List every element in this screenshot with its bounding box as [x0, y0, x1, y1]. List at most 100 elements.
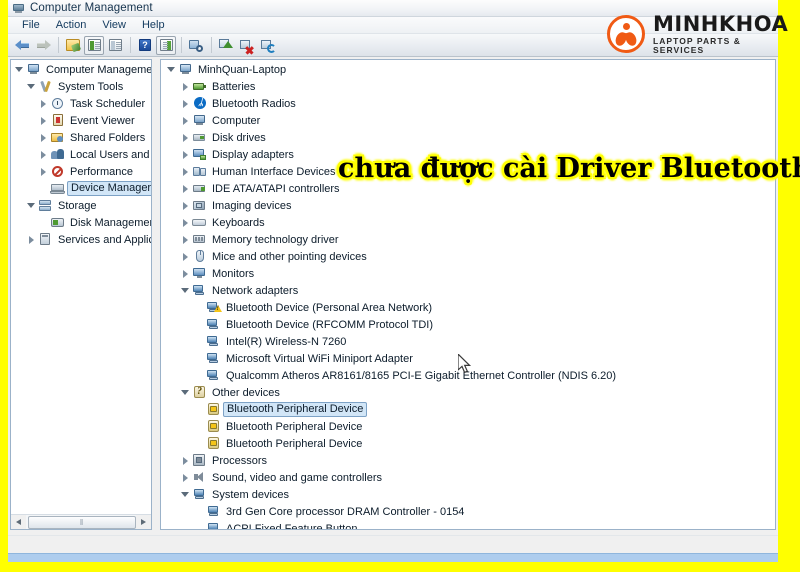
expand-twisty-icon[interactable] [179, 78, 191, 95]
expand-twisty-icon[interactable] [179, 197, 191, 214]
expand-twisty-icon[interactable] [37, 129, 49, 146]
tree-item[interactable]: ACPI Fixed Feature Button [161, 520, 775, 529]
scroll-track[interactable]: ‖ [26, 514, 136, 529]
tree-item[interactable]: Disk Management [11, 214, 151, 231]
tree-item[interactable]: Performance [11, 163, 151, 180]
expand-twisty-icon[interactable] [37, 146, 49, 163]
collapse-twisty-icon[interactable] [13, 61, 25, 78]
console-tree-horizontal-scrollbar[interactable]: ‖ [11, 514, 151, 529]
expand-twisty-icon[interactable] [37, 112, 49, 129]
tree-item[interactable]: MinhQuan-Laptop [161, 61, 775, 78]
speaker-icon [192, 470, 208, 485]
menu-action[interactable]: Action [48, 19, 95, 31]
expand-twisty-icon[interactable] [179, 265, 191, 282]
scroll-thumb[interactable]: ‖ [28, 515, 136, 529]
expand-twisty-icon[interactable] [179, 214, 191, 231]
expand-twisty-icon[interactable] [179, 469, 191, 486]
event-viewer-icon [50, 113, 66, 128]
twisty-placeholder [37, 214, 49, 231]
tree-item[interactable]: ? Other devices [161, 384, 775, 401]
tree-item[interactable]: Services and Applications [11, 231, 151, 248]
expand-twisty-icon[interactable] [179, 146, 191, 163]
tree-item[interactable]: Human Interface Devices [161, 163, 775, 180]
console-tree-pane: Computer Management (Local System Tools Ta… [10, 59, 152, 530]
pane-splitter[interactable] [153, 59, 159, 530]
tree-item[interactable]: Storage [11, 197, 151, 214]
tree-item[interactable]: IDE ATA/ATAPI controllers [161, 180, 775, 197]
tree-item[interactable]: Mice and other pointing devices [161, 248, 775, 265]
collapse-twisty-icon[interactable] [179, 282, 191, 299]
tree-item[interactable]: Bluetooth Device (Personal Area Network) [161, 299, 775, 316]
expand-twisty-icon[interactable] [25, 231, 37, 248]
properties-button[interactable] [105, 36, 125, 55]
expand-twisty-icon[interactable] [179, 95, 191, 112]
collapse-twisty-icon[interactable] [179, 486, 191, 503]
tree-item-label: Bluetooth Radios [212, 97, 296, 110]
tree-item-label: Bluetooth Peripheral Device [226, 437, 363, 450]
tree-item[interactable]: Computer [161, 112, 775, 129]
expand-twisty-icon[interactable] [179, 163, 191, 180]
forward-arrow-icon [36, 39, 51, 51]
collapse-twisty-icon[interactable] [179, 384, 191, 401]
disk-management-icon [50, 215, 66, 230]
forward-button[interactable] [33, 36, 53, 55]
tree-item-label: Microsoft Virtual WiFi Miniport Adapter [226, 352, 413, 365]
menu-view[interactable]: View [94, 19, 134, 31]
expand-twisty-icon[interactable] [37, 95, 49, 112]
show-hide-console-tree-button[interactable] [84, 35, 104, 55]
tree-item[interactable]: Bluetooth Device (RFCOMM Protocol TDI) [161, 316, 775, 333]
menu-file[interactable]: File [14, 19, 48, 31]
tree-item[interactable]: Monitors [161, 265, 775, 282]
shared-folders-icon [50, 130, 66, 145]
tree-item[interactable]: Bluetooth Peripheral Device [161, 418, 775, 435]
tree-item[interactable]: Task Scheduler [11, 95, 151, 112]
tree-item[interactable]: Microsoft Virtual WiFi Miniport Adapter [161, 350, 775, 367]
tree-item[interactable]: Computer Management (Local [11, 61, 151, 78]
tree-item[interactable]: Memory technology driver [161, 231, 775, 248]
scroll-right-button[interactable] [136, 515, 151, 530]
scroll-left-button[interactable] [11, 515, 26, 530]
menu-help[interactable]: Help [134, 19, 173, 31]
expand-twisty-icon[interactable] [179, 180, 191, 197]
tree-item[interactable]: 3rd Gen Core processor DRAM Controller -… [161, 503, 775, 520]
tree-item[interactable]: Network adapters [161, 282, 775, 299]
help-button[interactable]: ? [135, 36, 155, 55]
expand-twisty-icon[interactable] [179, 452, 191, 469]
tree-item[interactable]: Local Users and Groups [11, 146, 151, 163]
tree-item[interactable]: System Tools [11, 78, 151, 95]
tree-item[interactable]: System devices [161, 486, 775, 503]
tree-item[interactable]: Intel(R) Wireless-N 7260 [161, 333, 775, 350]
show-hide-action-pane-button[interactable] [156, 35, 176, 55]
tree-item[interactable]: Bluetooth Peripheral Device [161, 401, 775, 418]
collapse-twisty-icon[interactable] [25, 197, 37, 214]
tree-item[interactable]: ᛦ Bluetooth Radios [161, 95, 775, 112]
expand-twisty-icon[interactable] [179, 231, 191, 248]
uninstall-device-button[interactable] [237, 36, 257, 55]
tree-item[interactable]: Bluetooth Peripheral Device [161, 435, 775, 452]
tree-item[interactable]: Display adapters [161, 146, 775, 163]
expand-twisty-icon[interactable] [179, 112, 191, 129]
update-driver-button[interactable] [216, 36, 236, 55]
twisty-placeholder [37, 180, 49, 197]
tree-item-label: Imaging devices [212, 199, 292, 212]
scan-for-hardware-changes-button[interactable] [186, 36, 206, 55]
tree-item[interactable]: Event Viewer [11, 112, 151, 129]
tree-item[interactable]: Imaging devices [161, 197, 775, 214]
tree-item[interactable]: Disk drives [161, 129, 775, 146]
tree-item[interactable]: Keyboards [161, 214, 775, 231]
tree-item[interactable]: Sound, video and game controllers [161, 469, 775, 486]
back-button[interactable] [12, 36, 32, 55]
tree-item[interactable]: Qualcomm Atheros AR8161/8165 PCI-E Gigab… [161, 367, 775, 384]
tree-item[interactable]: Shared Folders [11, 129, 151, 146]
expand-twisty-icon[interactable] [179, 248, 191, 265]
refresh-button[interactable] [258, 36, 278, 55]
up-folder-button[interactable] [63, 36, 83, 55]
expand-twisty-icon[interactable] [179, 129, 191, 146]
tree-item[interactable]: Processors [161, 452, 775, 469]
collapse-twisty-icon[interactable] [25, 78, 37, 95]
collapse-twisty-icon[interactable] [165, 61, 177, 78]
tree-item[interactable]: Batteries [161, 78, 775, 95]
expand-twisty-icon[interactable] [37, 163, 49, 180]
screenshot-root: Computer Management File Action View Hel… [0, 0, 800, 572]
tree-item[interactable]: Device Manager [11, 180, 151, 197]
